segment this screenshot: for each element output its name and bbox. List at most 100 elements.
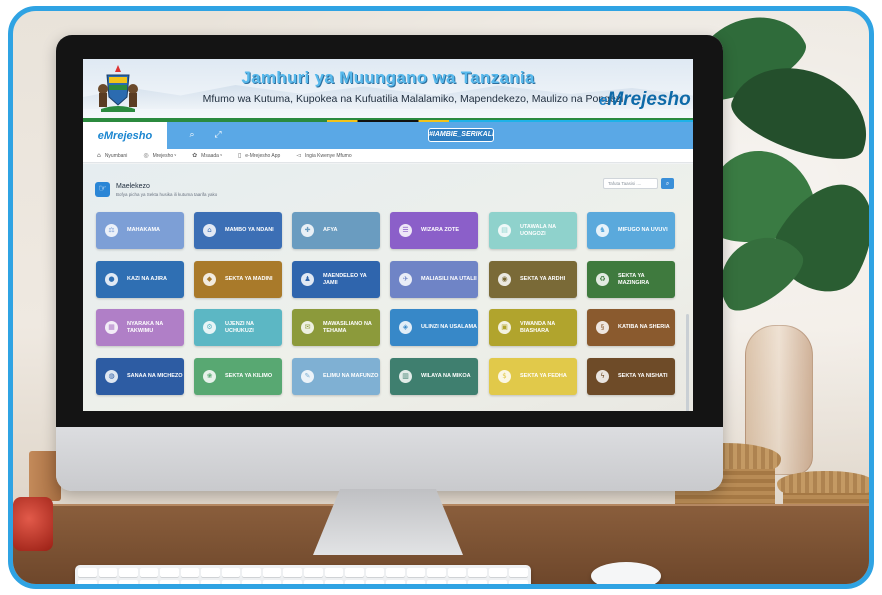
sector-label: ELIMU NA MAFUNZO <box>323 373 379 380</box>
keyboard-key <box>201 580 220 584</box>
page-description: Bofya picha ya Sekta husika ili kutuma t… <box>116 192 218 197</box>
sector-label: MAENDELEO YA JAMII <box>323 273 367 286</box>
sector-icon: ✈ <box>399 273 412 286</box>
sector-icon: ϟ <box>596 370 609 383</box>
keyboard-key <box>488 568 508 578</box>
keyboard-key <box>78 568 97 578</box>
sector-tile[interactable]: ♻ SEKTA YA MAZINGIRA <box>587 261 675 298</box>
keyboard-key <box>324 580 344 584</box>
sector-tile[interactable]: ❀ SEKTA YA KILIMO <box>194 358 282 395</box>
keyboard-key <box>324 568 344 578</box>
sector-tile[interactable]: ◍ SANAA NA MICHEZO <box>96 358 184 395</box>
mouse <box>591 562 661 584</box>
sector-label: ULINZI NA USALAMA <box>421 324 478 331</box>
sector-tile[interactable]: ▣ VIWANDA NA BIASHARA <box>489 309 577 346</box>
sector-tile[interactable]: § KATIBA NA SHERIA <box>587 309 675 346</box>
sector-icon: ✎ <box>301 370 314 383</box>
keyboard-key <box>160 580 179 584</box>
sector-icon: ✉ <box>301 321 314 334</box>
sector-tile[interactable]: ▥ WILAYA NA MIKOA <box>390 358 478 395</box>
main-content: ☞ Maelekezo Bofya picha ya Sekta husika … <box>83 164 693 411</box>
search-input[interactable]: Tafuta Taasisi .... <box>603 178 658 189</box>
keyboard-key <box>160 568 179 578</box>
keyboard-key <box>303 580 323 584</box>
nav-item[interactable]: ◎ Mrejesho ᵛ <box>143 152 176 159</box>
keyboard-key <box>447 568 467 578</box>
sector-tile[interactable]: ▤ UTAWALA NA UONGOZI <box>489 212 577 249</box>
keyboard-key <box>406 580 426 584</box>
sector-tile[interactable]: ♞ MIFUGO NA UVUVI <box>587 212 675 249</box>
search-button[interactable]: ⌕ <box>661 178 674 189</box>
sector-tile[interactable]: ✚ AFYA <box>292 212 380 249</box>
sector-icon: ⌂ <box>203 224 216 237</box>
keyboard-key <box>427 568 446 578</box>
sector-tile[interactable]: ✉ MAWASILIANO NA TEHAMA <box>292 309 380 346</box>
sector-tile[interactable]: ☰ WIZARA ZOTE <box>390 212 478 249</box>
sector-label: UJENZI NA UCHUKUZI <box>225 321 254 334</box>
sector-tile[interactable]: ✎ ELIMU NA MAFUNZO <box>292 358 380 395</box>
nav-item[interactable]: ▯ e-Mrejesho App <box>238 152 280 159</box>
sector-label: MAHAKAMA <box>127 227 160 234</box>
brand-logo[interactable]: eMrejesho <box>83 122 167 149</box>
sector-tile[interactable]: ⚙ UJENZI NA UCHUKUZI <box>194 309 282 346</box>
keyboard-key <box>365 580 385 584</box>
sector-icon: ⚖ <box>105 224 118 237</box>
keyboard-key <box>509 580 528 584</box>
page-title: Maelekezo <box>116 183 150 190</box>
sector-tile[interactable]: ⚖ MAHAKAMA <box>96 212 184 249</box>
sector-label: WILAYA NA MIKOA <box>421 373 471 380</box>
nav-item-label: Mrejesho ᵛ <box>152 152 177 159</box>
sector-label: KATIBA NA SHERIA <box>618 324 670 331</box>
sector-icon: ✚ <box>301 224 314 237</box>
keyboard-key <box>427 580 446 584</box>
top-bar: eMrejesho ⌕ ⤢ #IAMBIE_SERIKALI <box>83 122 693 149</box>
sector-icon: ▥ <box>399 370 412 383</box>
banner-subtitle: Mfumo wa Kutuma, Kupokea na Kufuatilia M… <box>202 93 624 105</box>
keyboard-key <box>78 580 97 584</box>
keyboard-key <box>98 568 118 578</box>
keyboard-key <box>262 568 282 578</box>
sector-label: SEKTA YA MAZINGIRA <box>618 273 650 286</box>
keyboard-key <box>283 580 302 584</box>
sector-label: SEKTA YA ARDHI <box>520 276 566 283</box>
keyboard-key <box>468 580 487 584</box>
sector-icon: ♟ <box>301 273 314 286</box>
phone-icon: ▯ <box>237 152 242 159</box>
keyboard-key <box>180 568 200 578</box>
keyboard-key <box>242 580 261 584</box>
keyboard-key <box>447 580 467 584</box>
nav-item[interactable]: ◅ Ingia Kwenye Mfumo <box>296 152 351 159</box>
sector-label: KAZI NA AJIRA <box>127 276 167 283</box>
nav-bar: ⌂ Nyumbani ◎ Mrejesho ᵛ ✿ Msaada ᵛ ▯ e-Mrejesho… <box>83 149 693 163</box>
sector-icon: ☰ <box>399 224 412 237</box>
sector-icon: ❀ <box>203 370 216 383</box>
scrollbar[interactable] <box>686 314 689 411</box>
sector-tile[interactable]: ◉ SEKTA YA ARDHI <box>489 261 577 298</box>
nav-item[interactable]: ✿ Msaada ᵛ <box>192 152 222 159</box>
sector-tile[interactable]: ◈ ULINZI NA USALAMA <box>390 309 478 346</box>
nav-item[interactable]: ⌂ Nyumbani <box>97 152 127 159</box>
sector-tile[interactable]: $ SEKTA YA FEDHA <box>489 358 577 395</box>
keyboard-key <box>509 568 528 578</box>
sector-tile[interactable]: ✈ MALIASILI NA UTALII <box>390 261 478 298</box>
help-icon: ✿ <box>192 152 198 159</box>
keyboard-key <box>303 568 323 578</box>
sector-icon: ◉ <box>498 273 511 286</box>
sector-tile[interactable]: ● KAZI NA AJIRA <box>96 261 184 298</box>
nav-item-label: Ingia Kwenye Mfumo <box>304 152 352 159</box>
sector-tile[interactable]: ϟ SEKTA YA NISHATI <box>587 358 675 395</box>
sector-icon: ● <box>105 273 118 286</box>
sector-icon: ▣ <box>498 321 511 334</box>
chat-icon: ◎ <box>143 152 149 159</box>
sector-tile[interactable]: ⌂ MAMBO YA NDANI <box>194 212 282 249</box>
screen: Jamhuri ya Muungano wa Tanzania Mfumo wa… <box>83 59 693 411</box>
sector-label: SEKTA YA KILIMO <box>225 373 273 380</box>
keyboard-key <box>406 568 426 578</box>
sector-tile[interactable]: ♟ MAENDELEO YA JAMII <box>292 261 380 298</box>
sector-label: MAWASILIANO NA TEHAMA <box>323 321 372 334</box>
search-icon[interactable]: ⌕ <box>187 130 197 140</box>
sector-tile[interactable]: ▦ NYARAKA NA TAKWIMU <box>96 309 184 346</box>
fullscreen-icon[interactable]: ⤢ <box>213 130 223 140</box>
sector-tile[interactable]: ◆ SEKTA YA MADINI <box>194 261 282 298</box>
keyboard-key <box>98 580 118 584</box>
